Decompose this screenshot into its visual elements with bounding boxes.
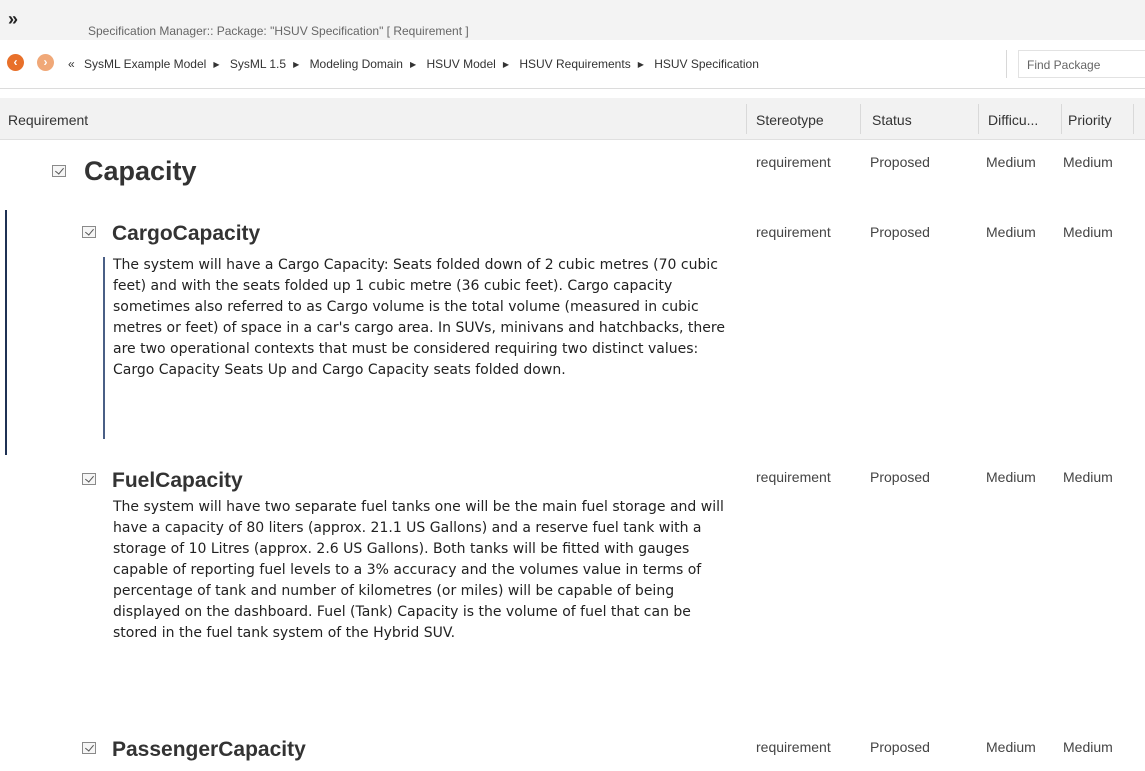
breadcrumb-separator-icon: ▶ [637,60,644,69]
requirement-name: CargoCapacity [112,222,261,245]
requirement-notes[interactable]: The system will have a Cargo Capacity: S… [113,255,733,381]
column-header-stereotype[interactable]: Stereotype [756,112,824,128]
priority-cell: Medium [1063,154,1113,170]
breadcrumb-item[interactable]: SysML Example Model [84,57,206,71]
find-package-input[interactable]: Find Package [1018,50,1145,78]
status-cell: Proposed [870,469,930,485]
window-title: Specification Manager:: Package: "HSUV S… [88,24,469,38]
forward-arrow-icon[interactable]: › [37,54,54,71]
breadcrumb-item[interactable]: HSUV Model [426,57,495,71]
breadcrumb-bar: ‹ › « SysML Example Model ▶ SysML 1.5 ▶ Mo… [0,50,1145,78]
requirement-element-icon [82,226,96,238]
title-bar: » Specification Manager:: Package: "HSUV… [0,0,1145,40]
requirement-row-passengercapacity[interactable]: PassengerCapacity requirement Proposed M… [0,720,1145,771]
difficulty-cell: Medium [986,739,1036,755]
requirement-name: Capacity [84,156,197,186]
status-cell: Proposed [870,224,930,240]
difficulty-cell: Medium [986,224,1036,240]
divider [1006,50,1007,78]
requirement-row-fuelcapacity[interactable]: FuelCapacity requirement Proposed Medium… [0,455,1145,720]
column-header-row: Requirement Stereotype Status Difficu...… [0,98,1145,140]
stereotype-cell: requirement [756,469,831,485]
column-header-requirement[interactable]: Requirement [8,112,88,128]
difficulty-cell: Medium [986,469,1036,485]
column-divider[interactable] [746,104,747,134]
status-cell: Proposed [870,739,930,755]
expand-chevrons-icon[interactable]: » [8,10,18,28]
stereotype-cell: requirement [756,739,831,755]
requirement-element-icon [52,165,66,177]
column-header-priority[interactable]: Priority [1068,112,1112,128]
priority-cell: Medium [1063,739,1113,755]
requirement-row-cargocapacity[interactable]: CargoCapacity requirement Proposed Mediu… [0,210,1145,455]
requirement-name: PassengerCapacity [112,738,306,761]
stereotype-cell: requirement [756,154,831,170]
column-divider[interactable] [860,104,861,134]
requirement-row-capacity[interactable]: Capacity requirement Proposed Medium Med… [0,140,1145,210]
priority-cell: Medium [1063,469,1113,485]
requirement-notes[interactable]: The system will have two separate fuel t… [113,497,733,644]
breadcrumb-separator-icon: ▶ [213,60,220,69]
requirement-element-icon [82,473,96,485]
column-divider[interactable] [978,104,979,134]
difficulty-cell: Medium [986,154,1036,170]
breadcrumb-item[interactable]: HSUV Requirements [519,57,630,71]
breadcrumb: « SysML Example Model ▶ SysML 1.5 ▶ Modeli… [68,57,759,72]
breadcrumb-item[interactable]: Modeling Domain [310,57,403,71]
breadcrumb-overflow-button[interactable]: « [68,57,81,71]
stereotype-cell: requirement [756,224,831,240]
selection-indicator [5,210,7,455]
back-arrow-icon[interactable]: ‹ [7,54,24,71]
edit-caret-bar [103,257,105,439]
status-cell: Proposed [870,154,930,170]
column-header-status[interactable]: Status [872,112,912,128]
breadcrumb-separator-icon: ▶ [502,60,509,69]
divider [0,88,1145,89]
column-divider[interactable] [1061,104,1062,134]
breadcrumb-separator-icon: ▶ [293,60,300,69]
priority-cell: Medium [1063,224,1113,240]
column-header-difficulty[interactable]: Difficu... [988,112,1038,128]
requirement-element-icon [82,742,96,754]
breadcrumb-separator-icon: ▶ [409,60,417,69]
breadcrumb-item[interactable]: HSUV Specification [654,57,759,71]
column-divider[interactable] [1133,104,1134,134]
breadcrumb-item[interactable]: SysML 1.5 [230,57,286,71]
requirement-name: FuelCapacity [112,469,243,492]
